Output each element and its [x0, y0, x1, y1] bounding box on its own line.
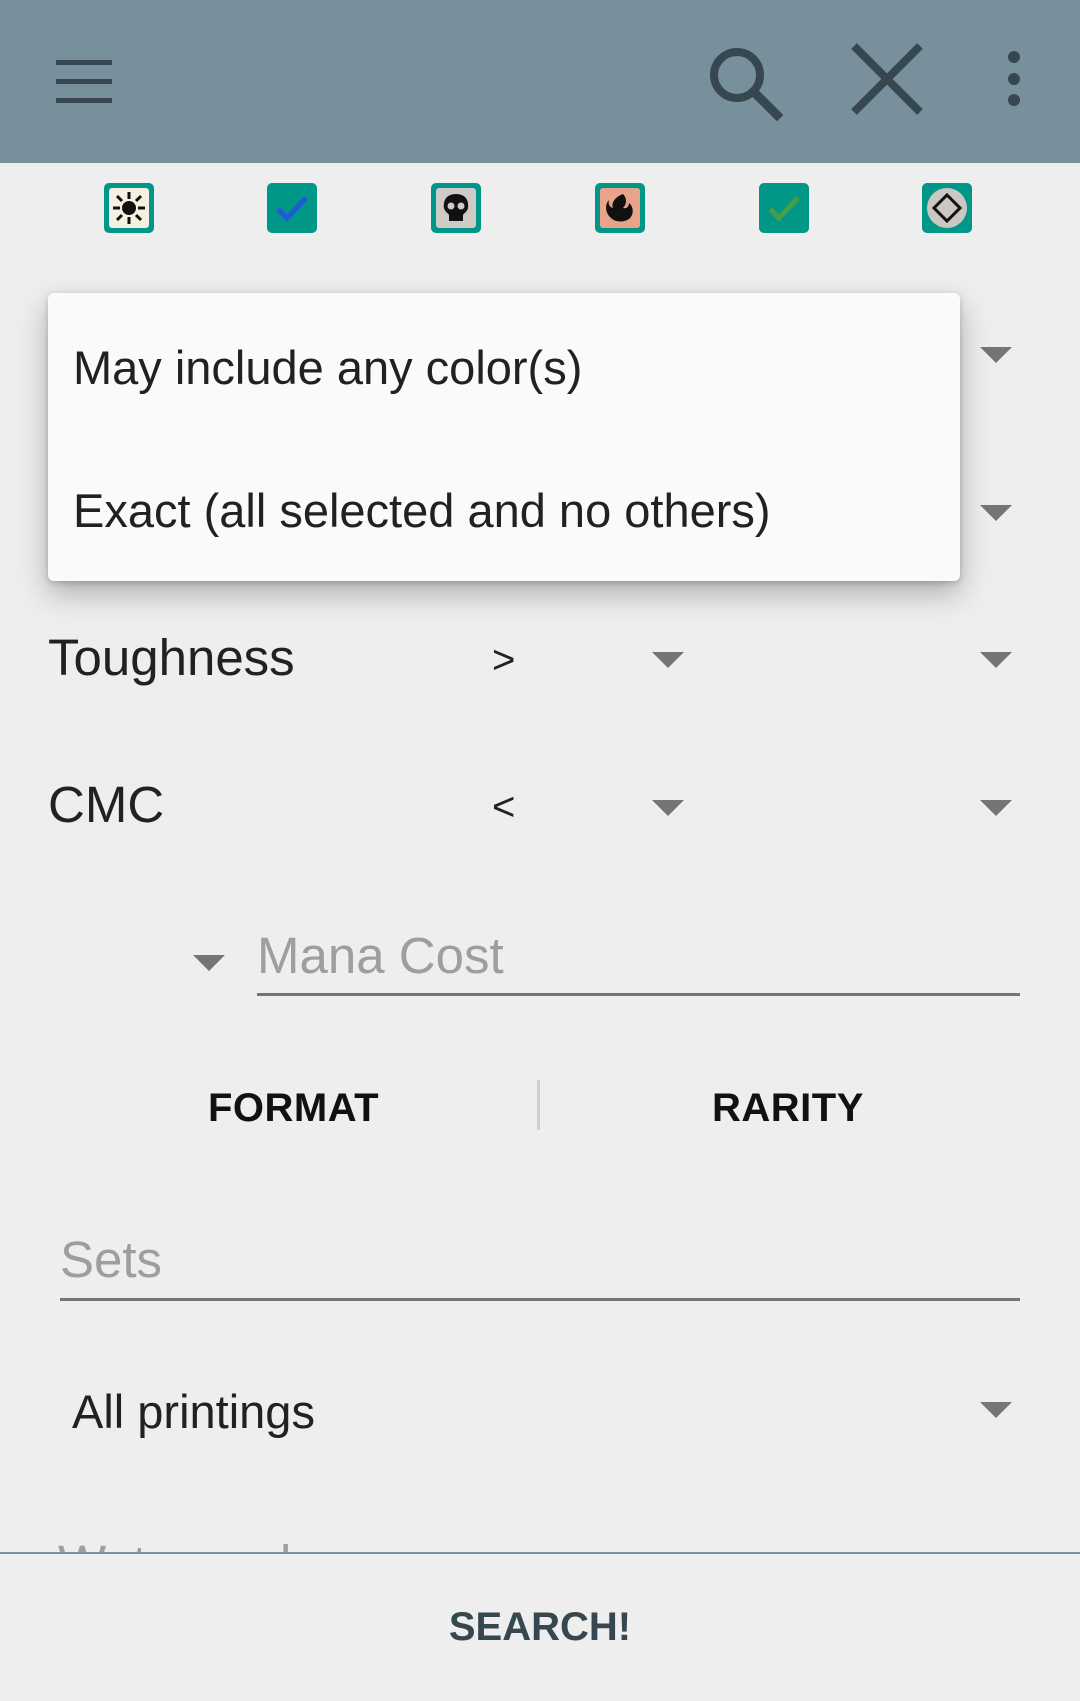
sun-symbol-icon [109, 188, 149, 228]
cmc-label: CMC [48, 776, 165, 833]
menu-item-exact[interactable]: Exact (all selected and no others) [73, 483, 771, 538]
skull-symbol-icon [436, 188, 476, 228]
app-bar [0, 0, 1080, 163]
format-button[interactable]: FORMAT [208, 1086, 379, 1131]
cmc-operator-arrow[interactable] [652, 800, 684, 816]
menu-icon[interactable] [38, 36, 132, 130]
cmc-value-arrow[interactable] [980, 800, 1012, 816]
color-checkbox-red[interactable] [595, 183, 645, 233]
more-vert-icon[interactable] [967, 36, 1027, 130]
color-filter-row [0, 163, 1080, 253]
rarity-button[interactable]: RARITY [712, 1086, 864, 1131]
check-icon [272, 188, 312, 228]
sets-field[interactable]: Sets [60, 1224, 1020, 1301]
fire-symbol-icon [600, 188, 640, 228]
mana-cost-field[interactable]: Mana Cost [257, 920, 1020, 996]
color-mode-dropdown-arrow[interactable] [980, 347, 1012, 363]
bottom-bar: SEARCH! [0, 1552, 1080, 1701]
toughness-operator[interactable]: > [492, 638, 515, 683]
mana-cost-operator-arrow[interactable] [193, 955, 225, 971]
color-checkbox-white[interactable] [104, 183, 154, 233]
sets-placeholder: Sets [60, 1231, 163, 1288]
mana-cost-placeholder: Mana Cost [257, 927, 504, 984]
check-icon [764, 188, 804, 228]
toughness-operator-arrow[interactable] [652, 652, 684, 668]
color-checkbox-blue[interactable] [267, 183, 317, 233]
watermark-field[interactable]: Watermark [58, 1522, 358, 1552]
search-icon[interactable] [697, 36, 791, 130]
menu-item-may-include[interactable]: May include any color(s) [73, 340, 582, 395]
printings-dropdown-arrow[interactable] [980, 1402, 1012, 1418]
tab-divider [537, 1080, 540, 1130]
search-button[interactable]: SEARCH! [0, 1554, 1080, 1701]
toughness-label: Toughness [48, 629, 295, 686]
cmc-operator[interactable]: < [492, 785, 515, 830]
close-icon[interactable] [840, 36, 934, 130]
toughness-value-arrow[interactable] [980, 652, 1012, 668]
diamond-symbol-icon [927, 188, 967, 228]
color-checkbox-black[interactable] [431, 183, 481, 233]
color-checkbox-green[interactable] [759, 183, 809, 233]
power-value-dropdown-arrow[interactable] [980, 505, 1012, 521]
watermark-placeholder: Watermark [58, 1534, 305, 1552]
printings-select[interactable]: All printings [72, 1384, 315, 1439]
color-mode-popup-menu: May include any color(s) Exact (all sele… [48, 293, 960, 581]
color-checkbox-colorless[interactable] [922, 183, 972, 233]
